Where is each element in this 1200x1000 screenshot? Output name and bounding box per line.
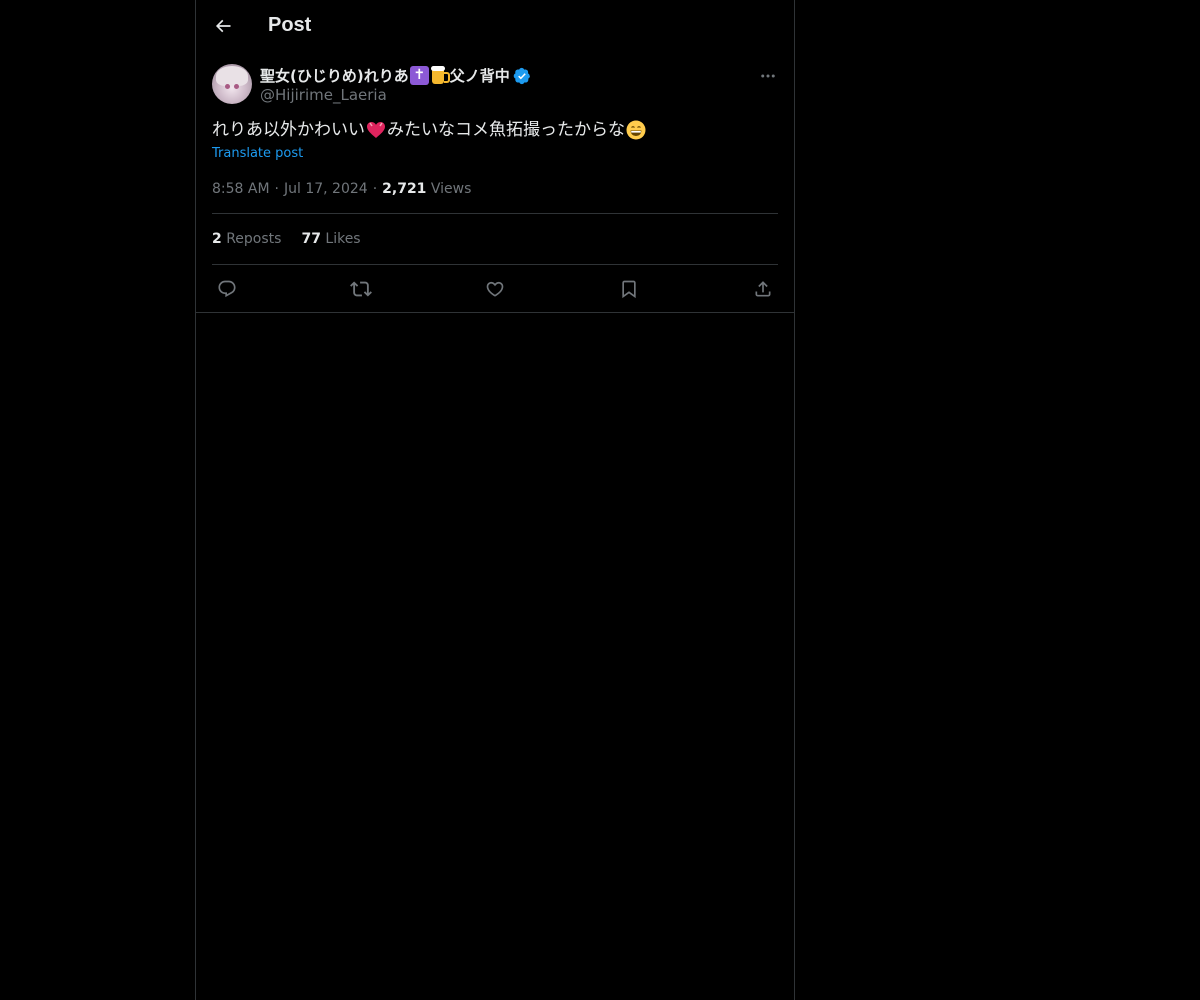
post-time[interactable]: 8:58 AM — [212, 181, 270, 197]
likes-count: 77 — [301, 231, 321, 247]
main-column: Post 聖女(ひじりめ)れりあ ✝ 父ノ背中 @Hijirime_Laeria… — [195, 0, 795, 1000]
display-name-suffix: 父ノ背中 — [449, 67, 510, 85]
back-arrow-icon — [215, 19, 231, 33]
avatar[interactable] — [212, 64, 252, 104]
reposts-stat[interactable]: 2 Reposts — [212, 231, 281, 247]
post-text-part1: れりあ以外かわいい — [212, 120, 365, 140]
engagement-stats: 2 Reposts 77 Likes — [212, 214, 778, 265]
verified-badge-icon — [513, 67, 530, 84]
action-bar — [212, 265, 778, 312]
back-button[interactable] — [206, 9, 240, 43]
display-name-text: 聖女(ひじりめ)れりあ — [260, 67, 409, 85]
reply-icon — [218, 280, 236, 297]
share-button[interactable] — [752, 278, 774, 300]
likes-stat[interactable]: 77 Likes — [301, 231, 360, 247]
latin-cross-emoji-icon: ✝ — [409, 66, 429, 85]
more-button[interactable] — [758, 66, 778, 86]
heart-icon — [486, 281, 504, 297]
repost-icon — [350, 281, 372, 296]
heart-with-ribbon-emoji-icon — [367, 122, 385, 138]
like-button[interactable] — [484, 278, 506, 300]
likes-label: Likes — [325, 231, 361, 247]
post-detail: 聖女(ひじりめ)れりあ ✝ 父ノ背中 @Hijirime_Laeria れりあ以… — [196, 64, 794, 313]
author-display-name[interactable]: 聖女(ひじりめ)れりあ ✝ 父ノ背中 — [260, 65, 531, 86]
translate-post-link[interactable]: Translate post — [212, 146, 778, 161]
post-text-part2: みたいなコメ魚拓撮ったからな — [387, 120, 625, 140]
views-label: Views — [430, 181, 472, 197]
bookmark-button[interactable] — [618, 278, 640, 300]
share-icon — [755, 280, 771, 296]
page-title: Post — [268, 14, 312, 36]
author-handle[interactable]: @Hijirime_Laeria — [260, 86, 387, 104]
reply-button[interactable] — [216, 278, 238, 300]
beer-mug-emoji-icon — [430, 66, 450, 85]
reposts-label: Reposts — [226, 231, 282, 247]
bookmark-icon — [622, 280, 636, 298]
views-count: 2,721 — [382, 181, 427, 197]
post-metadata: 8:58 AM · Jul 17, 2024 · 2,721 Views — [212, 181, 778, 214]
post-date[interactable]: Jul 17, 2024 — [284, 181, 368, 197]
more-icon — [761, 74, 775, 78]
page-header: Post — [196, 0, 794, 53]
grinning-face-emoji-icon — [626, 120, 646, 140]
author-row: 聖女(ひじりめ)れりあ ✝ 父ノ背中 @Hijirime_Laeria — [212, 64, 778, 118]
repost-button[interactable] — [350, 278, 372, 300]
post-text: れりあ以外かわいい みたいなコメ魚拓撮ったからな — [212, 118, 778, 142]
reposts-count: 2 — [212, 231, 222, 247]
